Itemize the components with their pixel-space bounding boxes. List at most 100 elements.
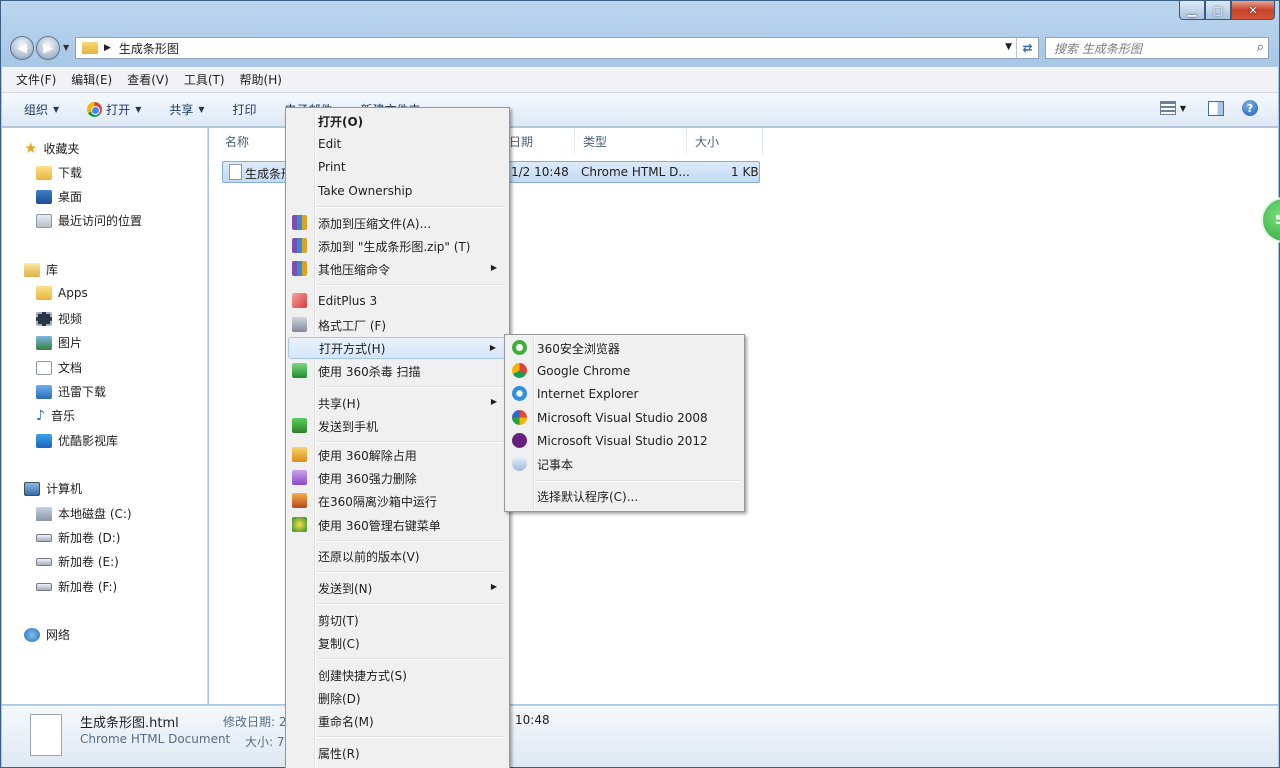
video-icon: [36, 311, 52, 326]
minimize-button[interactable]: ▁: [1179, 1, 1205, 20]
help-icon[interactable]: ?: [1242, 100, 1258, 116]
ctx-create-shortcut[interactable]: 创建快捷方式(S): [288, 664, 507, 686]
nav-favorites[interactable]: ★ 收藏夹: [24, 139, 79, 157]
choose-default-program[interactable]: 选择默认程序(C)...: [507, 485, 742, 507]
nav-pictures[interactable]: 图片: [36, 334, 82, 351]
network-icon: [24, 627, 40, 642]
ctx-restore-previous[interactable]: 还原以前的版本(V): [288, 545, 507, 567]
nav-desktop[interactable]: 桌面: [36, 188, 82, 205]
ctx-manage-360[interactable]: 使用 360管理右键菜单: [288, 514, 507, 536]
ctx-label: 发送到(N): [318, 581, 373, 596]
column-type[interactable]: 类型: [575, 128, 687, 154]
open-with-360-browser[interactable]: 360安全浏览器: [507, 337, 742, 359]
ctx-take-ownership[interactable]: Take Ownership: [288, 180, 507, 202]
ctx-open-with[interactable]: 打开方式(H) ▶: [288, 337, 507, 359]
ctx-scan-360[interactable]: 使用 360杀毒 扫描: [288, 360, 507, 382]
forward-button[interactable]: ▶: [36, 36, 60, 60]
open-with-vs2008[interactable]: Microsoft Visual Studio 2008: [507, 407, 742, 429]
ctx-send-to[interactable]: 发送到(N) ▶: [288, 577, 507, 599]
refresh-button[interactable]: ⇄: [1016, 38, 1038, 58]
ctx-sandbox-360[interactable]: 在360隔离沙箱中运行: [288, 490, 507, 512]
open-button[interactable]: 打开 ▼: [87, 101, 141, 118]
open-with-notepad[interactable]: 记事本: [507, 453, 742, 475]
history-dropdown-icon[interactable]: ▼: [63, 43, 69, 52]
print-button[interactable]: 打印: [233, 101, 257, 118]
ctx-other-compress[interactable]: 其他压缩命令 ▶: [288, 258, 507, 280]
address-bar[interactable]: ▶ 生成条形图 ▼ ⇄: [75, 37, 1039, 59]
nav-drive-c[interactable]: 本地磁盘 (C:): [36, 505, 132, 522]
column-date[interactable]: 日期: [507, 128, 575, 154]
nav-label: 音乐: [50, 409, 75, 423]
ctx-properties[interactable]: 属性(R): [288, 742, 507, 764]
menu-help[interactable]: 帮助(H): [240, 71, 282, 88]
view-dropdown-icon[interactable]: ▼: [1180, 104, 1186, 113]
nav-documents[interactable]: 文档: [36, 359, 82, 376]
ctx-label: 添加到压缩文件(A)...: [318, 216, 432, 231]
ctx-unlock-360[interactable]: 使用 360解除占用: [288, 444, 507, 466]
menu-tools[interactable]: 工具(T): [184, 71, 225, 88]
menu-view[interactable]: 查看(V): [127, 71, 169, 88]
nav-drive-e[interactable]: 新加卷 (E:): [36, 553, 119, 570]
ctx-format-factory[interactable]: 格式工厂 (F): [288, 314, 507, 336]
ctx-send-phone[interactable]: 发送到手机: [288, 415, 507, 437]
nav-downloads[interactable]: 下载: [36, 164, 82, 181]
ctx-cut[interactable]: 剪切(T): [288, 609, 507, 631]
nav-videos[interactable]: 视频: [36, 310, 82, 327]
breadcrumb-chevron-icon[interactable]: ▶: [104, 43, 111, 53]
ctx-label: 复制(C): [318, 636, 360, 651]
ctx-add-zip[interactable]: 添加到 "生成条形图.zip" (T): [288, 235, 507, 257]
forward-arrow-icon: ▶: [43, 40, 53, 56]
nav-recent[interactable]: 最近访问的位置: [36, 212, 142, 229]
view-options-icon[interactable]: [1159, 101, 1176, 115]
search-icon[interactable]: ⌕: [1257, 40, 1264, 55]
ctx-copy[interactable]: 复制(C): [288, 632, 507, 654]
chrome-icon: [512, 363, 527, 378]
ctx-open[interactable]: 打开(O): [288, 110, 507, 132]
chevron-down-icon: ▼: [53, 105, 60, 114]
format-factory-icon: [292, 317, 307, 332]
nav-drive-d[interactable]: 新加卷 (D:): [36, 529, 120, 546]
sm-label: Microsoft Visual Studio 2008: [537, 411, 708, 425]
search-box[interactable]: 搜索 生成条形图 ⌕: [1045, 37, 1269, 59]
ctx-share[interactable]: 共享(H) ▶: [288, 392, 507, 414]
address-path[interactable]: 生成条形图: [119, 40, 179, 57]
ctx-add-archive[interactable]: 添加到压缩文件(A)...: [288, 212, 507, 234]
nav-xunlei[interactable]: 迅雷下载: [36, 383, 106, 400]
preview-pane-icon[interactable]: [1208, 100, 1224, 116]
nav-drive-f[interactable]: 新加卷 (F:): [36, 578, 117, 595]
nav-computer[interactable]: 计算机: [24, 480, 82, 497]
folder-icon: [36, 286, 52, 300]
close-button[interactable]: ✕: [1231, 1, 1275, 20]
html-file-icon: [30, 714, 62, 756]
menu-edit[interactable]: 编辑(E): [71, 71, 112, 88]
ctx-force-delete-360[interactable]: 使用 360强力删除: [288, 467, 507, 489]
nav-network[interactable]: 网络: [24, 626, 70, 643]
navigation-pane: ★ 收藏夹 下载 桌面 最近访问的位置 库 Apps 视频 图片 文档 迅雷下载…: [2, 128, 208, 704]
ctx-edit[interactable]: Edit: [288, 133, 507, 155]
ctx-print[interactable]: Print: [288, 156, 507, 178]
open-with-vs2012[interactable]: Microsoft Visual Studio 2012: [507, 430, 742, 452]
nav-youku[interactable]: 优酷影视库: [36, 432, 118, 449]
address-dropdown-icon[interactable]: ▼: [1005, 42, 1012, 52]
ctx-separator: [317, 736, 505, 738]
ctx-label: 还原以前的版本(V): [318, 549, 420, 564]
ctx-editplus[interactable]: EditPlus 3: [288, 290, 507, 312]
column-size[interactable]: 大小: [687, 128, 763, 154]
column-type-label: 类型: [583, 134, 608, 149]
open-with-ie[interactable]: Internet Explorer: [507, 383, 742, 405]
nav-apps[interactable]: Apps: [36, 286, 88, 300]
menu-file[interactable]: 文件(F): [16, 71, 56, 88]
back-button[interactable]: ◀: [10, 36, 34, 60]
nav-label: 图片: [58, 336, 83, 350]
organize-button[interactable]: 组织 ▼: [24, 101, 59, 118]
nav-libraries[interactable]: 库: [24, 261, 58, 278]
maximize-button[interactable]: ▢: [1205, 1, 1231, 20]
ctx-delete[interactable]: 删除(D): [288, 687, 507, 709]
search-placeholder[interactable]: 搜索 生成条形图: [1054, 40, 1142, 57]
open-with-chrome[interactable]: Google Chrome: [507, 360, 742, 382]
share-button[interactable]: 共享 ▼: [169, 101, 204, 118]
ctx-rename[interactable]: 重命名(M): [288, 710, 507, 732]
nav-music[interactable]: ♪ 音乐: [36, 407, 75, 424]
nav-label: 本地磁盘 (C:): [58, 507, 132, 521]
maximize-icon: ▢: [1212, 3, 1224, 17]
